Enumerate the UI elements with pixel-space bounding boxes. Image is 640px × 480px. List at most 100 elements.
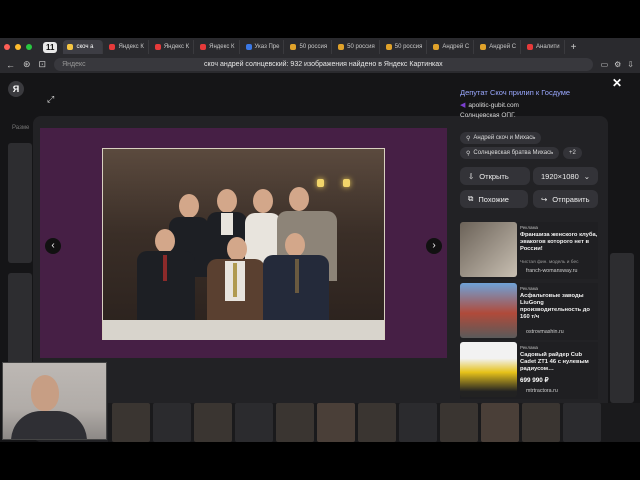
address-page-title: скоч андрей солнцевский: 932 изображения… bbox=[203, 61, 443, 68]
ad-image bbox=[460, 283, 517, 338]
related-search-chip[interactable]: ⚲ Солнцевская братва Михась bbox=[460, 147, 560, 159]
share-button-label: Отправить bbox=[552, 194, 590, 204]
tab[interactable]: Аналити bbox=[523, 40, 565, 54]
close-window-icon[interactable] bbox=[4, 44, 10, 50]
result-thumbnail[interactable] bbox=[112, 403, 150, 442]
yandex-browser-icon[interactable]: ⊛ bbox=[23, 59, 31, 70]
open-button[interactable]: ⇩ Открыть bbox=[460, 167, 530, 185]
tab-count-badge[interactable]: 11 bbox=[43, 41, 58, 53]
person-head bbox=[179, 194, 199, 218]
result-thumbnail[interactable] bbox=[358, 403, 396, 442]
downloads-icon[interactable]: ⇩ bbox=[627, 60, 634, 69]
previous-image-icon[interactable]: ‹ bbox=[45, 238, 61, 254]
person-head bbox=[285, 233, 305, 257]
person-shirt bbox=[221, 213, 233, 235]
tab[interactable]: Указ Пре bbox=[242, 40, 285, 54]
similar-button-label: Похожие bbox=[478, 194, 509, 204]
size-select[interactable]: 1920×1080 ⌄ bbox=[533, 167, 598, 185]
tab[interactable]: Яндекс К bbox=[105, 40, 149, 54]
similar-button[interactable]: ⧉ Похожие bbox=[460, 190, 528, 208]
result-thumbnails-right[interactable] bbox=[610, 253, 634, 403]
ad-tag: Реклама bbox=[520, 286, 538, 291]
tab[interactable]: 50 россия bbox=[382, 40, 428, 54]
person-tie bbox=[295, 259, 299, 293]
source-domain: apolitic-gubit.com bbox=[468, 101, 519, 109]
result-thumbnail[interactable] bbox=[235, 403, 273, 442]
address-field[interactable]: Яндекс скоч андрей солнцевский: 932 изоб… bbox=[54, 58, 593, 71]
tab[interactable]: 50 россия bbox=[286, 40, 333, 54]
chip-label: Андрей скоч и Михась bbox=[473, 135, 536, 141]
tab-label: 50 россия bbox=[299, 44, 328, 50]
preview-photo[interactable] bbox=[102, 148, 385, 340]
ad-card[interactable]: Реклама Франшиза женского клуба, эвакого… bbox=[460, 222, 598, 279]
extensions-icon[interactable]: ⚙ bbox=[614, 60, 621, 69]
toolbar-icons: ▭ ⚙ ⇩ bbox=[601, 60, 634, 69]
next-image-icon[interactable]: › bbox=[426, 238, 442, 254]
ad-image bbox=[460, 222, 517, 277]
ad-tag: Реклама bbox=[520, 225, 538, 230]
dining-table bbox=[103, 320, 384, 340]
ad-card[interactable]: Реклама Садовый райдер Cub Cadet ZT1 46 … bbox=[460, 342, 598, 399]
filter-size-label[interactable]: Разме bbox=[12, 125, 29, 131]
maximize-window-icon[interactable] bbox=[26, 44, 32, 50]
ad-tag: Реклама bbox=[520, 345, 538, 350]
size-label: 1920×1080 bbox=[541, 171, 579, 181]
result-thumbnail[interactable] bbox=[153, 403, 191, 442]
tab-favicon-icon bbox=[433, 44, 440, 50]
tab-favicon-icon bbox=[338, 44, 345, 50]
tab[interactable]: 50 россия bbox=[334, 40, 380, 54]
related-search-chip[interactable]: ⚲ Андрей скоч и Михась bbox=[460, 132, 542, 144]
similar-images-icon: ⧉ bbox=[468, 194, 474, 203]
webcam-overlay bbox=[2, 362, 107, 440]
result-thumbnail[interactable] bbox=[317, 403, 355, 442]
ad-card[interactable]: Реклама Асфальтовые заводы LiuGong произ… bbox=[460, 283, 598, 340]
ad-title[interactable]: Садовый райдер Cub Cadet ZT1 46 с нулевы… bbox=[520, 352, 598, 373]
fullscreen-expand-icon[interactable]: ⤢ bbox=[47, 94, 54, 105]
source-link[interactable]: ◀ apolitic-gubit.com bbox=[460, 101, 605, 110]
battery-icon[interactable]: ▭ bbox=[601, 60, 609, 69]
wall-lamp bbox=[343, 179, 350, 187]
person-head bbox=[217, 189, 237, 213]
person-head bbox=[155, 229, 175, 253]
tab[interactable]: Андрей С bbox=[429, 40, 475, 54]
ad-tag-label: Реклама bbox=[520, 286, 539, 291]
result-thumbnail[interactable] bbox=[563, 403, 601, 442]
wall-lamp bbox=[317, 179, 324, 187]
tab-active[interactable]: скоч а bbox=[63, 40, 104, 54]
ad-title[interactable]: Франшиза женского клуба, эвакогов которо… bbox=[520, 232, 598, 253]
image-title-link[interactable]: Депутат Скоч прилип к Госдуме bbox=[460, 88, 605, 97]
person-tie bbox=[163, 255, 167, 281]
tab-favicon-icon bbox=[67, 44, 74, 50]
person-tie bbox=[233, 263, 237, 297]
tab[interactable]: Яндекс К bbox=[151, 40, 195, 54]
share-icon: ↪ bbox=[541, 194, 548, 204]
tab-favicon-icon bbox=[527, 44, 534, 50]
result-thumbnail[interactable] bbox=[276, 403, 314, 442]
tab-label: 50 россия bbox=[347, 44, 375, 50]
new-tab-icon[interactable]: + bbox=[571, 42, 577, 53]
close-icon[interactable]: ✕ bbox=[612, 76, 622, 90]
more-chips-button[interactable]: +2 bbox=[563, 147, 582, 159]
yandex-logo-icon[interactable]: Я bbox=[8, 81, 24, 97]
result-thumbnail[interactable] bbox=[522, 403, 560, 442]
ad-image bbox=[460, 342, 517, 397]
ad-subtitle: Чистая фин. модель и бес bbox=[520, 260, 579, 265]
ad-domain[interactable]: ostrovmashin.ru bbox=[526, 329, 564, 335]
minimize-window-icon[interactable] bbox=[15, 44, 21, 50]
ad-domain[interactable]: mtrtractora.ru bbox=[526, 388, 558, 394]
tab-label: Яндекс К bbox=[209, 44, 235, 50]
ad-title[interactable]: Асфальтовые заводы LiuGong производитель… bbox=[520, 293, 598, 321]
ad-domain[interactable]: franch-womansway.ru bbox=[526, 268, 577, 274]
tab[interactable]: Яндекс К bbox=[196, 40, 240, 54]
result-thumbnails-left[interactable] bbox=[8, 143, 32, 263]
result-thumbnail[interactable] bbox=[399, 403, 437, 442]
tab[interactable]: Андрей С bbox=[476, 40, 522, 54]
result-thumbnails-bottom bbox=[108, 403, 640, 442]
share-button[interactable]: ↪ Отправить bbox=[533, 190, 598, 208]
result-thumbnail[interactable] bbox=[481, 403, 519, 442]
result-thumbnail[interactable] bbox=[194, 403, 232, 442]
person-head bbox=[253, 189, 273, 213]
back-arrow-icon[interactable]: ← bbox=[6, 60, 15, 70]
result-thumbnail[interactable] bbox=[440, 403, 478, 442]
bookmark-icon[interactable]: ⊡ bbox=[39, 59, 47, 70]
